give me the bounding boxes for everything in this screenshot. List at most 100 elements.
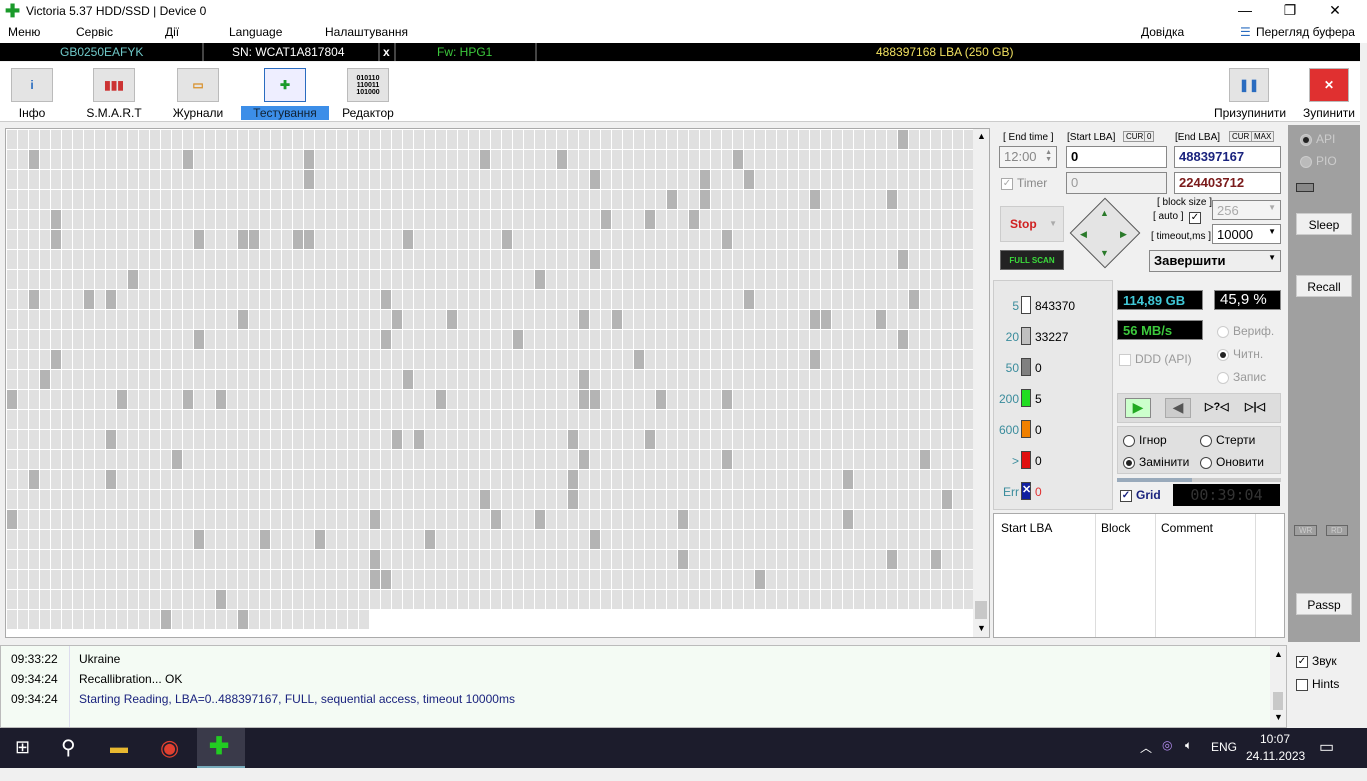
scroll-up-icon[interactable]: ▲	[977, 131, 986, 141]
file-explorer-icon[interactable]: ▬	[110, 737, 128, 758]
menu-clipboard[interactable]: Перегляд буфера	[1256, 25, 1355, 39]
auto-checkbox[interactable]: ✓	[1189, 212, 1201, 224]
end-time-input[interactable]: 12:00 ▲ ▼	[999, 146, 1057, 168]
grid-block	[40, 270, 50, 289]
viber-icon[interactable]: ◎	[1162, 738, 1172, 752]
menu-service[interactable]: Сервіс	[76, 25, 113, 39]
hints-checkbox[interactable]: Hints	[1296, 677, 1339, 691]
clock-date[interactable]: 24.11.2023	[1246, 749, 1305, 763]
end-max-button[interactable]: MAX	[1251, 131, 1275, 142]
log-scrollbar[interactable]: ▲ ▼	[1270, 646, 1286, 727]
column-comment[interactable]: Comment	[1161, 521, 1213, 535]
grid-checkbox[interactable]: ✓ Grid	[1120, 488, 1161, 502]
grid-block	[623, 230, 633, 249]
chrome-icon[interactable]: ◉	[160, 735, 179, 761]
mode-verify-radio[interactable]: Вериф.	[1217, 324, 1274, 338]
minimize-button[interactable]: —	[1225, 2, 1265, 18]
pause-button[interactable]: ❚❚ Призупинити	[1214, 68, 1286, 120]
grid-block	[326, 410, 336, 429]
grid-block	[909, 550, 919, 569]
repair-refresh-radio[interactable]: Оновити	[1200, 455, 1264, 469]
grid-block	[161, 370, 171, 389]
ddd-checkbox[interactable]: DDD (API)	[1119, 352, 1192, 366]
tab-logs[interactable]: ▭ Журнали	[170, 68, 226, 120]
clock-time[interactable]: 10:07	[1260, 732, 1290, 746]
arrow-right-icon[interactable]: ▶	[1120, 229, 1127, 240]
windows-start-icon[interactable]: ⊞	[15, 737, 30, 758]
arrow-down-icon[interactable]: ▼	[1100, 248, 1109, 258]
api-radio[interactable]: API	[1300, 132, 1335, 146]
finish-action-select[interactable]: Завершити ▼	[1149, 250, 1281, 272]
seek-end-button[interactable]: ▷|◁	[1245, 400, 1265, 413]
passport-button[interactable]: Passp	[1296, 593, 1352, 615]
grid-block	[711, 470, 721, 489]
pio-radio[interactable]: PIO	[1300, 154, 1337, 168]
stop-button[interactable]: ✕ Зупинити	[1300, 68, 1358, 120]
mode-write-radio[interactable]: Запис	[1217, 370, 1266, 384]
close-button[interactable]: ✕	[1315, 2, 1355, 19]
search-icon[interactable]: ⚲	[61, 735, 76, 760]
maximize-button[interactable]: ❐	[1270, 2, 1310, 19]
tab-smart[interactable]: ▮▮▮ S.M.A.R.T	[84, 68, 144, 120]
grid-block	[722, 470, 732, 489]
arrow-up-icon[interactable]: ▲	[1100, 208, 1109, 218]
recall-button[interactable]: Recall	[1296, 275, 1352, 297]
device-model[interactable]: GB0250EAFYK	[60, 45, 143, 59]
repair-replace-radio[interactable]: Замінити	[1123, 455, 1189, 469]
block-size-select[interactable]: 256 ▼	[1212, 200, 1281, 220]
grid-block	[403, 190, 413, 209]
menu-actions[interactable]: Дії	[165, 25, 179, 39]
tab-info[interactable]: i Інфо	[10, 68, 54, 120]
end-lba-input[interactable]: 488397167	[1174, 146, 1281, 168]
repair-erase-radio[interactable]: Стерти	[1200, 433, 1255, 447]
grid-block	[359, 150, 369, 169]
grid-block	[920, 330, 930, 349]
grid-block	[139, 510, 149, 529]
play-backward-button[interactable]: ◀	[1165, 398, 1191, 418]
tray-chevron-icon[interactable]: ︿	[1140, 739, 1152, 756]
menu-help[interactable]: Довідка	[1141, 25, 1184, 39]
seek-random-button[interactable]: ▷?◁	[1205, 400, 1229, 413]
grid-block	[953, 230, 963, 249]
grid-block	[601, 450, 611, 469]
menu-main[interactable]: Меню	[8, 25, 40, 39]
sound-checkbox[interactable]: ✓ Звук	[1296, 654, 1337, 668]
mode-read-radio[interactable]: Читн.	[1217, 347, 1263, 361]
arrow-left-icon[interactable]: ◀	[1080, 229, 1087, 240]
grid-block	[370, 330, 380, 349]
timeout-select[interactable]: 10000 ▼	[1212, 224, 1281, 244]
start-zero-button[interactable]: 0	[1144, 131, 1155, 142]
grid-block	[84, 210, 94, 229]
timer-checkbox[interactable]: ✓ Timer	[1001, 176, 1047, 190]
column-start-lba[interactable]: Start LBA	[1001, 521, 1052, 535]
grid-scrollbar[interactable]: ▲ ▼	[973, 129, 989, 637]
grid-block	[370, 270, 380, 289]
grid-block	[931, 130, 941, 149]
play-forward-button[interactable]: ▶	[1125, 398, 1151, 418]
start-cur-button[interactable]: CUR	[1123, 131, 1147, 142]
device-close-button[interactable]: x	[383, 45, 390, 59]
tab-editor[interactable]: 010110 110011 101000 Редактор	[340, 68, 396, 120]
victoria-taskbar-button[interactable]: ✚	[197, 728, 245, 768]
grid-block	[458, 450, 468, 469]
menu-language[interactable]: Language	[229, 25, 282, 39]
grid-block	[953, 510, 963, 529]
start-lba-input[interactable]: 0	[1066, 146, 1167, 168]
sleep-button[interactable]: Sleep	[1296, 213, 1352, 235]
stop-scan-button[interactable]: Stop ▼	[1000, 206, 1064, 242]
full-scan-indicator[interactable]: FULL SCAN	[1000, 250, 1064, 270]
menu-settings[interactable]: Налаштування	[325, 25, 408, 39]
scroll-down-icon[interactable]: ▼	[977, 623, 986, 633]
repair-ignore-radio[interactable]: Ігнор	[1123, 433, 1167, 447]
grid-block	[788, 570, 798, 589]
tab-testing[interactable]: ✚ Тестування	[241, 68, 329, 120]
grid-block	[689, 590, 699, 609]
scroll-thumb[interactable]	[975, 601, 987, 619]
notifications-icon[interactable]: ▭	[1319, 737, 1334, 757]
column-block[interactable]: Block	[1101, 521, 1130, 535]
grid-block	[590, 590, 600, 609]
volume-icon[interactable]: 🔈︎	[1185, 738, 1192, 753]
end-cur-button[interactable]: CUR	[1229, 131, 1253, 142]
grid-block	[469, 290, 479, 309]
input-language[interactable]: ENG	[1211, 740, 1237, 754]
